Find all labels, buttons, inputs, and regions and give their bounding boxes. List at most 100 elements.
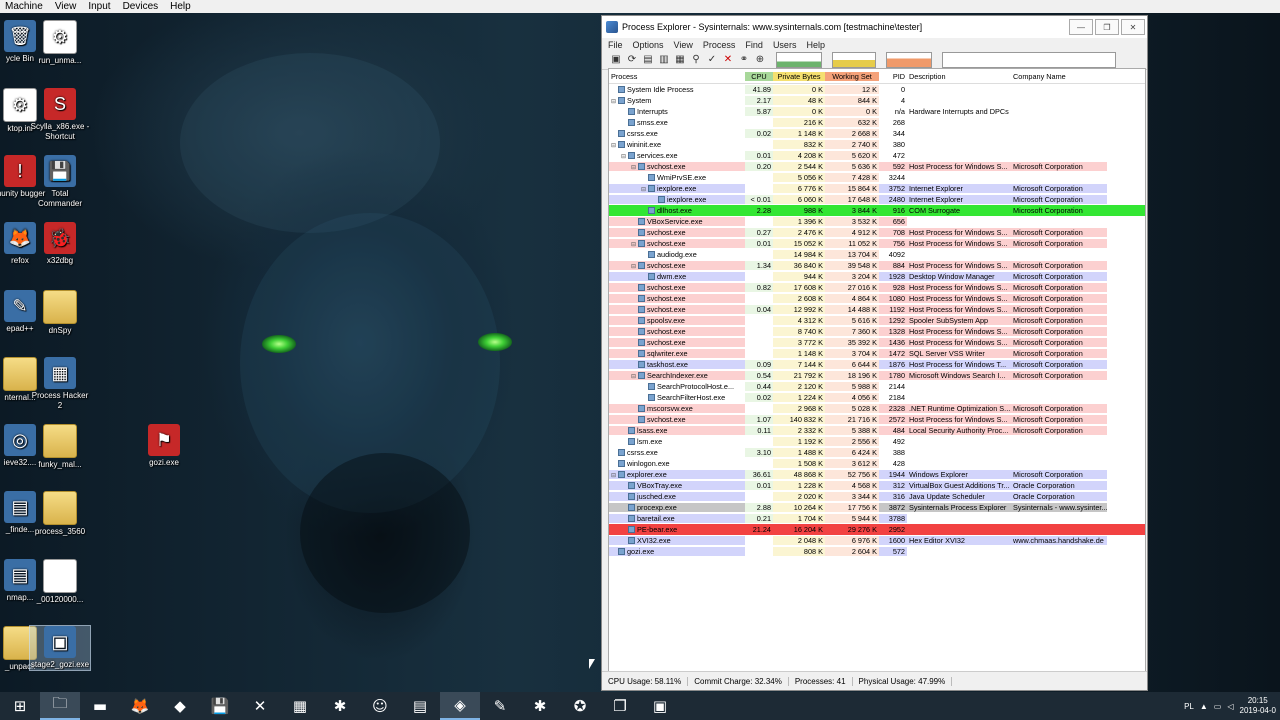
table-row[interactable]: SearchProtocolHost.e... 0.44 2 120 K5 988 … bbox=[609, 381, 1145, 392]
table-row[interactable]: dwm.exe 944 K3 204 K 1928 Desktop Window Ma… bbox=[609, 271, 1145, 282]
minimize-button[interactable]: — bbox=[1069, 19, 1093, 35]
kill-process-icon[interactable]: ✕ bbox=[722, 54, 734, 66]
table-row[interactable]: csrss.exe 3.10 1 488 K6 424 K 388 bbox=[609, 447, 1145, 458]
column-pid[interactable]: PID bbox=[879, 72, 907, 81]
table-row[interactable]: lsass.exe 0.11 2 332 K5 388 K 484 Local Secu… bbox=[609, 425, 1145, 436]
table-row[interactable]: ⊟ wininit.exe 832 K2 740 K 380 bbox=[609, 139, 1145, 150]
commit-graph[interactable] bbox=[832, 52, 876, 68]
physical-graph[interactable] bbox=[886, 52, 932, 68]
sysinfo-icon[interactable]: ▤ bbox=[642, 54, 654, 66]
menu-users[interactable]: Users bbox=[773, 40, 797, 50]
cpu-graph[interactable] bbox=[776, 52, 822, 68]
taskbar-button[interactable]: ✕ bbox=[240, 692, 280, 720]
network-icon[interactable]: ▭ bbox=[1214, 702, 1222, 711]
tray-chevron-icon[interactable]: ▲ bbox=[1200, 702, 1208, 711]
taskbar-button[interactable]: 🗀 bbox=[40, 692, 80, 720]
table-row[interactable]: svchost.exe 0.27 2 476 K4 912 K 708 Host Pro… bbox=[609, 227, 1145, 238]
desktop-icon[interactable]: dnSpy bbox=[30, 290, 90, 336]
column-process[interactable]: Process bbox=[609, 72, 745, 81]
vm-menu-machine[interactable]: Machine bbox=[0, 1, 50, 12]
tree-toggle-icon[interactable]: ⊟ bbox=[631, 263, 638, 270]
target-icon[interactable]: ⊕ bbox=[754, 54, 766, 66]
close-button[interactable]: ✕ bbox=[1121, 19, 1145, 35]
column-working-set[interactable]: Working Set bbox=[825, 71, 879, 81]
menu-file[interactable]: File bbox=[608, 40, 623, 50]
taskbar-button[interactable]: ✪ bbox=[560, 692, 600, 720]
vm-menu-input[interactable]: Input bbox=[83, 1, 117, 12]
table-row[interactable]: ⊟ iexplore.exe 6 776 K 15 864 K 3752 Internet… bbox=[609, 183, 1145, 194]
column-company[interactable]: Company Name bbox=[1011, 72, 1107, 81]
desktop-icon[interactable]: ▦ Process Hacker 2 bbox=[30, 357, 90, 411]
tree-toggle-icon[interactable]: ⊟ bbox=[631, 373, 638, 380]
tree-toggle-icon[interactable]: ⊟ bbox=[611, 142, 618, 149]
taskbar-button[interactable]: ✎ bbox=[480, 692, 520, 720]
table-row[interactable]: VBoxService.exe 1 396 K3 532 K 656 bbox=[609, 216, 1145, 227]
menu-help[interactable]: Help bbox=[806, 40, 825, 50]
window-titlebar[interactable]: Process Explorer - Sysinternals: www.sys… bbox=[602, 16, 1147, 38]
taskbar-button[interactable]: ❐ bbox=[600, 692, 640, 720]
table-row[interactable]: csrss.exe 0.02 1 148 K2 668 K 344 bbox=[609, 128, 1145, 139]
table-row[interactable]: svchost.exe 1.07 140 832 K 21 716 K 2572 Host… bbox=[609, 414, 1145, 425]
table-row[interactable]: audiodg.exe 14 984 K 13 704 K 4092 bbox=[609, 249, 1145, 260]
menu-process[interactable]: Process bbox=[703, 40, 736, 50]
desktop-icon[interactable]: funky_mal... bbox=[30, 424, 90, 470]
desktop-icon[interactable]: _00120000... bbox=[30, 559, 90, 605]
table-row[interactable]: baretail.exe 0.21 1 704 K5 944 K 3788 bbox=[609, 513, 1145, 524]
table-row[interactable]: ⊟ svchost.exe 0.20 2 544 K5 636 K 592 Host Pr… bbox=[609, 161, 1145, 172]
taskbar-button[interactable]: ▬ bbox=[80, 692, 120, 720]
column-cpu[interactable]: CPU bbox=[745, 71, 773, 81]
table-row[interactable]: procexp.exe 2.88 10 264 K 17 756 K 3872 Sysin… bbox=[609, 502, 1145, 513]
taskbar-button[interactable]: ▣ bbox=[640, 692, 680, 720]
taskbar-button[interactable]: 💾 bbox=[200, 692, 240, 720]
table-row[interactable]: mscorsvw.exe 2 968 K5 028 K 2328 .NET Runti… bbox=[609, 403, 1145, 414]
table-row[interactable]: ⊟ SearchIndexer.exe 0.54 21 792 K 18 196 K 17… bbox=[609, 370, 1145, 381]
table-row[interactable]: SearchFilterHost.exe 0.02 1 224 K4 056 K 21… bbox=[609, 392, 1145, 403]
table-row[interactable]: ⊟ svchost.exe 0.01 15 052 K 11 052 K 756 Host … bbox=[609, 238, 1145, 249]
clock[interactable]: 20:15 2019-04-0 bbox=[1240, 696, 1276, 716]
desktop-icon[interactable]: ⚑ gozi.exe bbox=[134, 424, 194, 468]
table-row[interactable]: svchost.exe 8 740 K7 360 K 1328 Host Proces… bbox=[609, 326, 1145, 337]
process-list[interactable]: Process CPU Private Bytes Working Set PI… bbox=[608, 68, 1146, 674]
tree-icon[interactable]: ▥ bbox=[658, 54, 670, 66]
desktop-icon[interactable]: ▣ stage2_gozi.exe bbox=[29, 625, 91, 671]
table-row[interactable]: svchost.exe 3 772 K 35 392 K 1436 Host Proce… bbox=[609, 337, 1145, 348]
taskbar-button[interactable]: ▦ bbox=[280, 692, 320, 720]
refresh-icon[interactable]: ⟳ bbox=[626, 54, 638, 66]
table-row[interactable]: iexplore.exe < 0.01 6 060 K 17 648 K 2480 Int… bbox=[609, 194, 1145, 205]
table-row[interactable]: VBoxTray.exe 0.01 1 228 K4 568 K 312 Virtual… bbox=[609, 480, 1145, 491]
table-row[interactable]: jusched.exe 2 020 K3 344 K 316 Java Update … bbox=[609, 491, 1145, 502]
taskbar-button[interactable]: 🦊 bbox=[120, 692, 160, 720]
menu-view[interactable]: View bbox=[674, 40, 693, 50]
save-icon[interactable]: ▣ bbox=[610, 54, 622, 66]
table-row[interactable]: ⊟ System 2.17 48 K 844 K 4 bbox=[609, 95, 1145, 106]
table-row[interactable]: svchost.exe 0.82 17 608 K 27 016 K 928 Host P… bbox=[609, 282, 1145, 293]
table-row[interactable]: Interrupts 5.87 0 K0 Kn/a Hardware Interrup… bbox=[609, 106, 1145, 117]
table-row[interactable]: sqlwriter.exe 1 148 K3 704 K 1472 SQL Serve… bbox=[609, 348, 1145, 359]
table-row[interactable]: ⊟ explorer.exe 36.61 48 868 K 52 756 K 1944 Wi… bbox=[609, 469, 1145, 480]
table-row[interactable]: ⊟ svchost.exe 1.34 36 840 K 39 548 K 884 Host … bbox=[609, 260, 1145, 271]
column-description[interactable]: Description bbox=[907, 72, 1011, 81]
volume-icon[interactable]: ◁ bbox=[1227, 702, 1233, 711]
table-row[interactable]: svchost.exe 0.04 12 992 K 14 488 K 1192 Host … bbox=[609, 304, 1145, 315]
taskbar-button[interactable]: ◈ bbox=[440, 692, 480, 720]
table-row[interactable]: System Idle Process 41.89 0 K 12 K 0 bbox=[609, 84, 1145, 95]
vm-menu-view[interactable]: View bbox=[50, 1, 84, 12]
taskbar-button[interactable]: ◆ bbox=[160, 692, 200, 720]
desktop-icon[interactable]: ⚙ run_unma... bbox=[30, 20, 90, 66]
table-row[interactable]: winlogon.exe 1 508 K3 612 K 428 bbox=[609, 458, 1145, 469]
table-row[interactable]: taskhost.exe 0.09 7 144 K6 644 K 1876 Host P… bbox=[609, 359, 1145, 370]
taskbar-button[interactable]: ▤ bbox=[400, 692, 440, 720]
column-private-bytes[interactable]: Private Bytes bbox=[773, 71, 825, 81]
tree-toggle-icon[interactable]: ⊟ bbox=[611, 98, 618, 105]
table-row[interactable]: XVI32.exe 2 048 K6 976 K 1600 Hex Editor XV… bbox=[609, 535, 1145, 546]
table-row[interactable]: WmiPrvSE.exe 5 056 K7 428 K 3244 bbox=[609, 172, 1145, 183]
find-icon[interactable]: ⚭ bbox=[738, 54, 750, 66]
tree-toggle-icon[interactable]: ⊟ bbox=[611, 472, 618, 479]
dll-view-icon[interactable]: ▦ bbox=[674, 54, 686, 66]
desktop-icon[interactable]: S Scylla_x86.exe - Shortcut bbox=[30, 88, 90, 142]
tree-toggle-icon[interactable]: ⊟ bbox=[641, 186, 648, 193]
table-row[interactable]: smss.exe 216 K 632 K 268 bbox=[609, 117, 1145, 128]
desktop-icon[interactable]: 🐞 x32dbg bbox=[30, 222, 90, 266]
tree-toggle-icon[interactable]: ⊟ bbox=[621, 153, 628, 160]
table-row[interactable]: spoolsv.exe 4 312 K5 616 K 1292 Spooler Sub… bbox=[609, 315, 1145, 326]
